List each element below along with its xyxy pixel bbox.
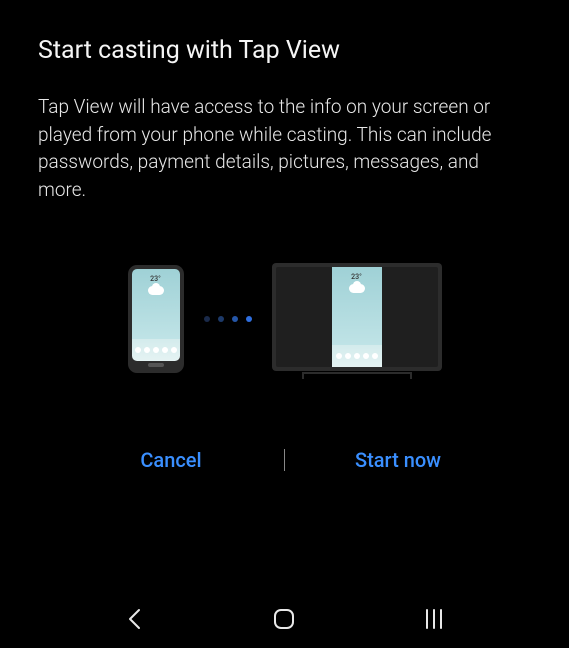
nav-back-button[interactable]: [111, 595, 159, 643]
cast-permission-dialog: Start casting with Tap View Tap View wil…: [0, 0, 569, 486]
cancel-button[interactable]: Cancel: [58, 434, 284, 486]
phone-temperature: 23°: [150, 275, 161, 283]
phone-icon: 23°: [128, 265, 184, 373]
cloud-icon: [148, 286, 164, 295]
connection-dots-icon: [204, 316, 252, 322]
casting-illustration: 23° 23°: [38, 263, 531, 374]
nav-home-button[interactable]: [260, 595, 308, 643]
nav-recents-button[interactable]: [410, 595, 458, 643]
tv-temperature: 23°: [351, 273, 362, 281]
recents-icon: [426, 609, 442, 629]
cloud-icon: [349, 284, 365, 293]
start-now-button[interactable]: Start now: [285, 434, 511, 486]
tv-icon: 23°: [272, 263, 442, 374]
dialog-actions: Cancel Start now: [38, 434, 531, 486]
dialog-title: Start casting with Tap View: [38, 36, 531, 65]
dialog-body: Tap View will have access to the info on…: [38, 93, 531, 203]
back-icon: [126, 608, 144, 630]
system-navbar: [0, 590, 569, 648]
home-icon: [272, 607, 296, 631]
